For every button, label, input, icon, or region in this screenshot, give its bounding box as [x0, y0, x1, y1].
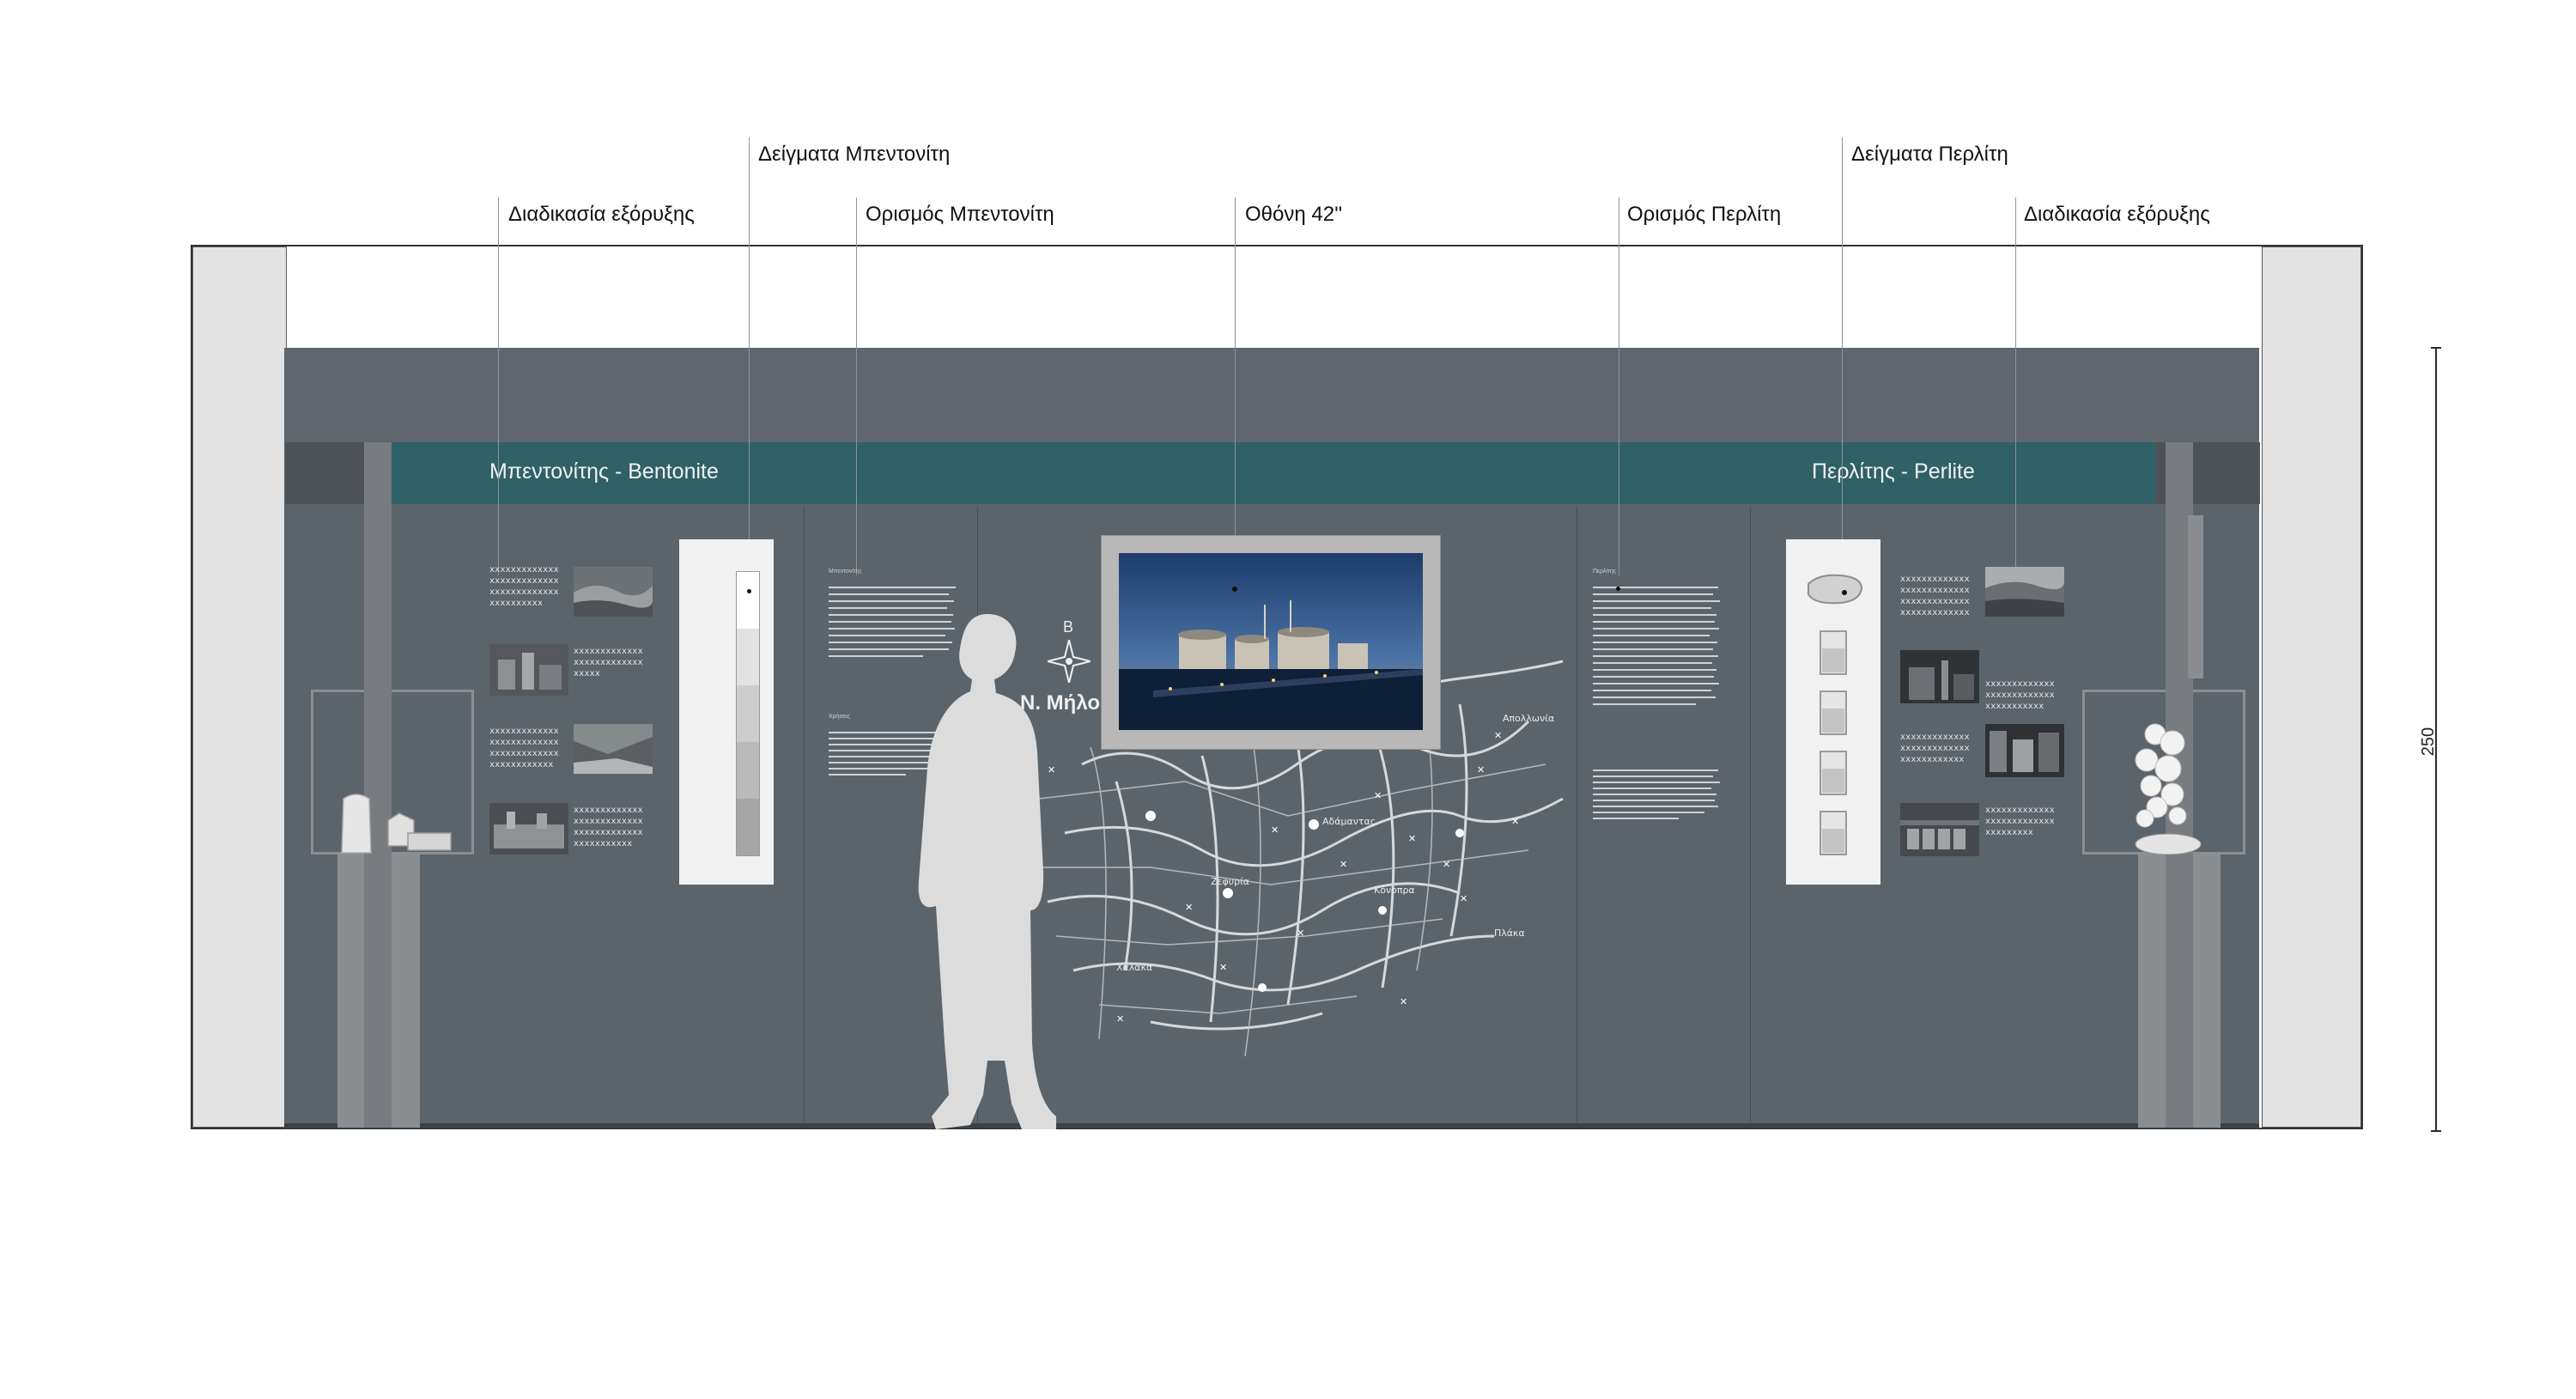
svg-text:✕: ✕: [1219, 962, 1227, 973]
svg-text:✕: ✕: [1297, 928, 1304, 939]
screen-leader-dot: [1232, 587, 1237, 592]
svg-text:Ζεφυρία: Ζεφυρία: [1211, 876, 1249, 887]
photo-storage-icon: [1900, 803, 1979, 856]
svg-text:Αδάμαντας: Αδάμαντας: [1322, 816, 1376, 827]
leader-line: [2015, 198, 2016, 575]
perlite-definition-text: Περλίτης: [1593, 567, 1722, 839]
extraction-photo: [1985, 724, 2064, 777]
extraction-photo: [1900, 803, 1979, 856]
right-case-perlite-sample: [2135, 723, 2202, 855]
perlite-sample-jars: [1807, 574, 1863, 855]
label-samples-bentonite: Δείγματα Μπεντονίτη: [758, 143, 951, 166]
svg-text:✕: ✕: [1460, 893, 1467, 904]
extraction-photo: [574, 567, 653, 617]
floor-line: [284, 1123, 2259, 1128]
placeholder-text-block: xxxxxxxxxxxxx xxxxxxxxxxxxx xxxxxxxxxxxx…: [489, 565, 559, 608]
text-lines-graphic: [1593, 769, 1720, 819]
photo-machinery-icon: [489, 803, 568, 855]
leader-line: [749, 137, 750, 593]
left-case-samples: [341, 794, 452, 854]
leader-line: [1235, 198, 1236, 588]
label-extraction-right: Διαδικασία εξόρυξης: [2024, 203, 2210, 226]
wall-upper-band: [284, 348, 2259, 442]
photo-quarry-icon: [574, 724, 653, 774]
panel-seam: [1750, 507, 1751, 1127]
text-lines-graphic: [1593, 587, 1720, 705]
placeholder-text-block: xxxxxxxxxxxxx xxxxxxxxxxxxx xxxxxxxxxxxx…: [574, 806, 643, 849]
svg-text:✕: ✕: [1511, 816, 1519, 827]
display-screen-42: [1101, 535, 1441, 750]
perlite-title: Περλίτης - Perlite: [1812, 459, 1975, 484]
extraction-photo: [489, 803, 568, 855]
bentonite-title: Μπεντονίτης - Bentonite: [489, 459, 719, 484]
photo-factory-interior-icon: [1985, 724, 2064, 777]
screen-photo: [1119, 553, 1423, 730]
svg-text:✕: ✕: [1494, 730, 1502, 741]
extraction-photo: [574, 724, 653, 774]
placeholder-text-block: xxxxxxxxxxxxx xxxxxxxxxxxxx xxxxxxxxxxxx…: [1900, 575, 1970, 617]
sample-marker-dot: [747, 589, 751, 593]
photo-landscape-icon: [1985, 567, 2064, 617]
svg-text:Κόνοπρα: Κόνοπρα: [1374, 885, 1415, 896]
label-extraction-left: Διαδικασία εξόρυξης: [508, 203, 695, 226]
svg-text:Απολλωνία: Απολλωνία: [1503, 713, 1554, 724]
left-wall-pillar: [192, 246, 287, 1128]
leader-line: [498, 198, 499, 575]
panel-seam: [804, 507, 805, 1127]
perlite-leader-dot: [1616, 587, 1620, 591]
svg-text:Πλάκα: Πλάκα: [1494, 928, 1525, 939]
left-support-post: [364, 442, 392, 1128]
placeholder-text-block: xxxxxxxxxxxxx xxxxxxxxxxxxx xxxxxxxxxxxx: [1900, 733, 1970, 764]
human-silhouette: [918, 614, 1056, 1129]
label-definition-perlite: Ορισμός Περλίτη: [1627, 203, 1782, 226]
bentonite-sample-strip: [736, 571, 760, 856]
placeholder-text-block: xxxxxxxxxxxxx xxxxxxxxxxxxx xxxxxxxxx: [1985, 806, 2055, 837]
svg-text:✕: ✕: [1271, 824, 1279, 836]
svg-text:✕: ✕: [1340, 859, 1347, 870]
label-screen: Οθόνη 42'': [1245, 203, 1343, 226]
leader-line: [856, 198, 857, 575]
photo-industrial-icon: [1900, 650, 1979, 703]
dimension-tick-bottom: [2431, 1130, 2441, 1132]
height-dimension-value: 250: [2419, 727, 2439, 757]
industrial-port-photo-icon: [1119, 553, 1423, 730]
placeholder-text-block: xxxxxxxxxxxxx xxxxxxxxxxxxx xxxxx: [574, 647, 643, 678]
right-upper-post: [2188, 515, 2203, 678]
svg-text:✕: ✕: [1374, 790, 1382, 801]
svg-text:✕: ✕: [1477, 764, 1485, 776]
svg-text:✕: ✕: [1185, 902, 1193, 913]
extraction-photo: [1985, 567, 2064, 617]
leader-line: [1842, 137, 1843, 593]
extraction-photo: [489, 644, 568, 696]
svg-text:✕: ✕: [1443, 859, 1450, 870]
header-band: Μπεντονίτης - Bentonite Περλίτης - Perli…: [386, 442, 2155, 504]
placeholder-text-block: xxxxxxxxxxxxx xxxxxxxxxxxxx xxxxxxxxxxxx…: [489, 727, 559, 769]
label-definition-bentonite: Ορισμός Μπεντονίτη: [866, 203, 1054, 226]
svg-text:✕: ✕: [1400, 996, 1407, 1007]
svg-text:✕: ✕: [1116, 1013, 1124, 1025]
svg-text:✕: ✕: [1408, 833, 1416, 844]
photo-plant-icon: [489, 644, 568, 696]
dimension-tick-top: [2431, 347, 2441, 349]
placeholder-text-block: xxxxxxxxxxxxx xxxxxxxxxxxxx xxxxxxxxxxx: [1985, 679, 2055, 711]
photo-landscape-icon: [574, 567, 653, 617]
right-wall-pillar: [2262, 246, 2361, 1128]
label-samples-perlite: Δείγματα Περλίτη: [1851, 143, 2008, 166]
extraction-photo: [1900, 650, 1979, 703]
svg-text:Χάλακα: Χάλακα: [1116, 962, 1152, 973]
